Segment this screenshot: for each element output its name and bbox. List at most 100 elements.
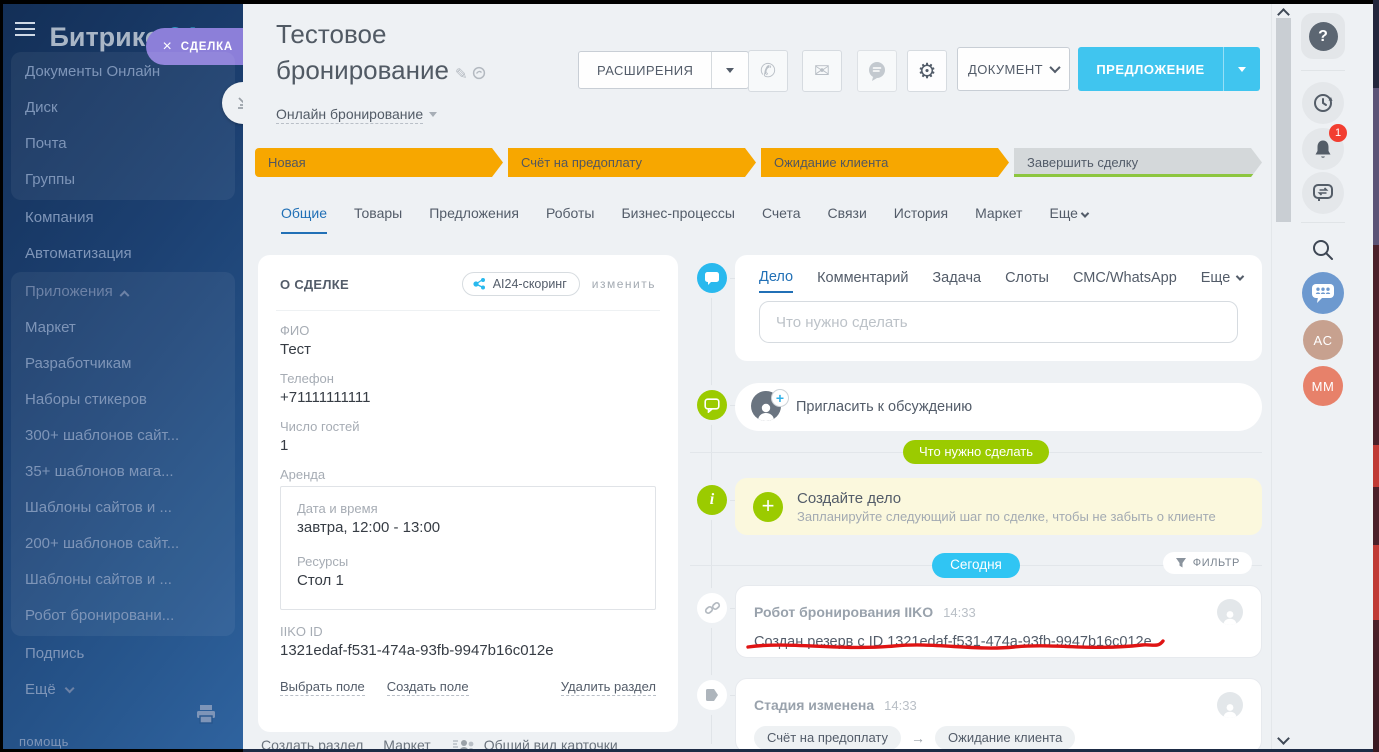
delete-section-link[interactable]: Удалить раздел [561, 679, 656, 696]
sidebar-item-templates-200[interactable]: 200+ шаблонов сайт... [11, 526, 235, 562]
field-datetime[interactable]: Дата и время завтра, 12:00 - 13:00 [297, 501, 639, 536]
tab-relations[interactable]: Связи [828, 200, 867, 234]
sidebar-item-documents[interactable]: Документы Онлайн [11, 54, 235, 90]
avatar-ac[interactable]: AC [1301, 320, 1345, 360]
arrow-right-icon: → [911, 730, 925, 746]
invite-discussion-card[interactable]: + Пригласить к обсуждению [735, 383, 1262, 431]
today-pill[interactable]: Сегодня [932, 553, 1020, 578]
stage-waiting-client[interactable]: Ожидание клиента [761, 148, 1009, 177]
field-phone[interactable]: Телефон +71111111111 [280, 371, 656, 406]
add-activity-button[interactable]: + [753, 492, 783, 522]
tl-tab-more[interactable]: Еще [1201, 270, 1244, 292]
printer-icon[interactable] [195, 704, 217, 729]
field-guests[interactable]: Число гостей 1 [280, 419, 656, 454]
sidebar-item-groups[interactable]: Группы [11, 162, 235, 198]
phone-icon: ✆ [760, 60, 776, 83]
select-field-link[interactable]: Выбрать поле [280, 679, 365, 696]
sidebar-item-automation[interactable]: Автоматизация [11, 236, 235, 272]
todo-pill-button[interactable]: Что нужно сделать [903, 440, 1049, 464]
help-link[interactable]: помощь [19, 734, 69, 749]
sidebar-item-templates-300[interactable]: 300+ шаблонов сайт... [11, 418, 235, 454]
tab-more[interactable]: Еще [1049, 200, 1087, 234]
stage-close-deal[interactable]: Завершить сделку [1014, 148, 1262, 177]
market-link[interactable]: Маркет [383, 737, 430, 749]
copy-link-icon[interactable] [472, 66, 486, 80]
plus-icon: + [771, 389, 789, 407]
sidebar-item-site-templates-1[interactable]: Шаблоны сайтов и ... [11, 490, 235, 526]
dialog-sync-icon [1311, 181, 1335, 205]
tab-history[interactable]: История [894, 200, 948, 234]
tab-general[interactable]: Общие [281, 200, 327, 234]
entry-body: Создан резерв с ID 1321edaf-f531-474a-93… [754, 634, 1243, 650]
field-iiko-id[interactable]: IIKO ID 1321edaf-f531-474a-93fb-9947b16c… [280, 624, 656, 659]
document-button[interactable]: ДОКУМЕНТ [957, 47, 1070, 91]
stage-new[interactable]: Новая [255, 148, 503, 177]
sidebar-item-templates-35[interactable]: 35+ шаблонов мага... [11, 454, 235, 490]
offer-button[interactable]: ПРЕДЛОЖЕНИЕ [1078, 47, 1260, 91]
chat-button[interactable] [857, 50, 897, 92]
tab-invoices[interactable]: Счета [762, 200, 801, 234]
notifications-button[interactable]: 1 [1301, 128, 1345, 170]
filter-button[interactable]: ФИЛЬТР [1163, 552, 1252, 574]
activity-bubble-icon [697, 263, 727, 293]
avatar-mm[interactable]: MM [1301, 366, 1345, 406]
call-button[interactable]: ✆ [748, 50, 788, 92]
sidebar-item-disk[interactable]: Диск [11, 90, 235, 126]
tab-business-processes[interactable]: Бизнес-процессы [621, 200, 734, 234]
tab-robots[interactable]: Роботы [546, 200, 594, 234]
sidebar-item-signature[interactable]: Подпись [11, 636, 235, 672]
timeline-entry-robot[interactable]: Робот бронирования IIKO 14:33 Создан рез… [735, 585, 1262, 658]
link-chain-icon [697, 593, 727, 623]
tab-market[interactable]: Маркет [975, 200, 1022, 234]
edit-link[interactable]: изменить [592, 277, 656, 291]
screen-edge-artifact [1373, 0, 1379, 752]
sidebar-item-market[interactable]: Маркет [11, 310, 235, 346]
edit-pencil-icon[interactable]: ✎ [455, 66, 468, 83]
email-button[interactable]: ✉ [802, 50, 842, 92]
settings-button[interactable]: ⚙ [907, 50, 947, 92]
sidebar-item-site-templates-2[interactable]: Шаблоны сайтов и ... [11, 562, 235, 598]
scroll-down-icon[interactable] [1277, 732, 1290, 745]
extensions-dropdown[interactable] [712, 68, 748, 73]
sidebar-item-booking-robot[interactable]: Робот бронировани... [11, 598, 235, 634]
help-button[interactable]: ? [1301, 13, 1345, 59]
page-title: Тестовое бронирование✎ [276, 16, 576, 93]
tab-quotes[interactable]: Предложения [429, 200, 519, 234]
timeline-entry-stage-change[interactable]: Стадия изменена 14:33 Счёт на предоплату… [735, 678, 1262, 749]
tl-tab-comment[interactable]: Комментарий [817, 270, 908, 292]
hamburger-menu-icon[interactable] [15, 18, 35, 40]
group-chat-button[interactable] [1301, 272, 1345, 314]
search-button[interactable] [1301, 232, 1345, 268]
extensions-button[interactable]: РАСШИРЕНИЯ [578, 51, 749, 89]
sidebar-item-applications[interactable]: Приложения [11, 274, 235, 310]
page-scrollbar[interactable] [1276, 4, 1292, 749]
sidebar-item-developers[interactable]: Разработчикам [11, 346, 235, 382]
stage-prepayment-invoice[interactable]: Счёт на предоплату [508, 148, 756, 177]
field-name[interactable]: ФИО Тест [280, 323, 656, 358]
sidebar-item-company[interactable]: Компания [11, 200, 235, 236]
todo-input[interactable] [759, 301, 1238, 343]
ai-scoring-badge[interactable]: AI24-скоринг [462, 272, 580, 296]
tab-products[interactable]: Товары [354, 200, 402, 234]
sidebar-item-mail[interactable]: Почта [11, 126, 235, 162]
create-field-link[interactable]: Создать поле [387, 679, 469, 696]
search-icon [1310, 237, 1336, 263]
tl-tab-sms-whatsapp[interactable]: СМС/WhatsApp [1073, 270, 1177, 292]
person-icon [1217, 599, 1243, 625]
offer-dropdown[interactable] [1224, 67, 1260, 72]
create-activity-card[interactable]: + Создайте дело Запланируйте следующий ш… [735, 478, 1262, 535]
card-view-link[interactable]: Общий вид карточки [484, 737, 618, 749]
field-resources[interactable]: Ресурсы Стол 1 [297, 554, 639, 589]
sidebar-menu: Документы Онлайн Диск Почта Группы Компа… [11, 52, 235, 708]
scrollbar-thumb[interactable] [1276, 18, 1291, 222]
create-section-link[interactable]: Создать раздел [261, 737, 363, 749]
message-history-button[interactable] [1301, 172, 1345, 214]
pipeline-selector[interactable]: Онлайн бронирование [276, 106, 437, 122]
tl-tab-task[interactable]: Задача [932, 270, 981, 292]
sidebar-item-stickers[interactable]: Наборы стикеров [11, 382, 235, 418]
tl-tab-slots[interactable]: Слоты [1005, 270, 1049, 292]
time-management-button[interactable] [1301, 82, 1345, 124]
sidebar-item-more[interactable]: Ещё [11, 672, 235, 708]
tl-tab-activity[interactable]: Дело [759, 269, 793, 293]
about-deal-title: О СДЕЛКЕ [280, 277, 462, 292]
